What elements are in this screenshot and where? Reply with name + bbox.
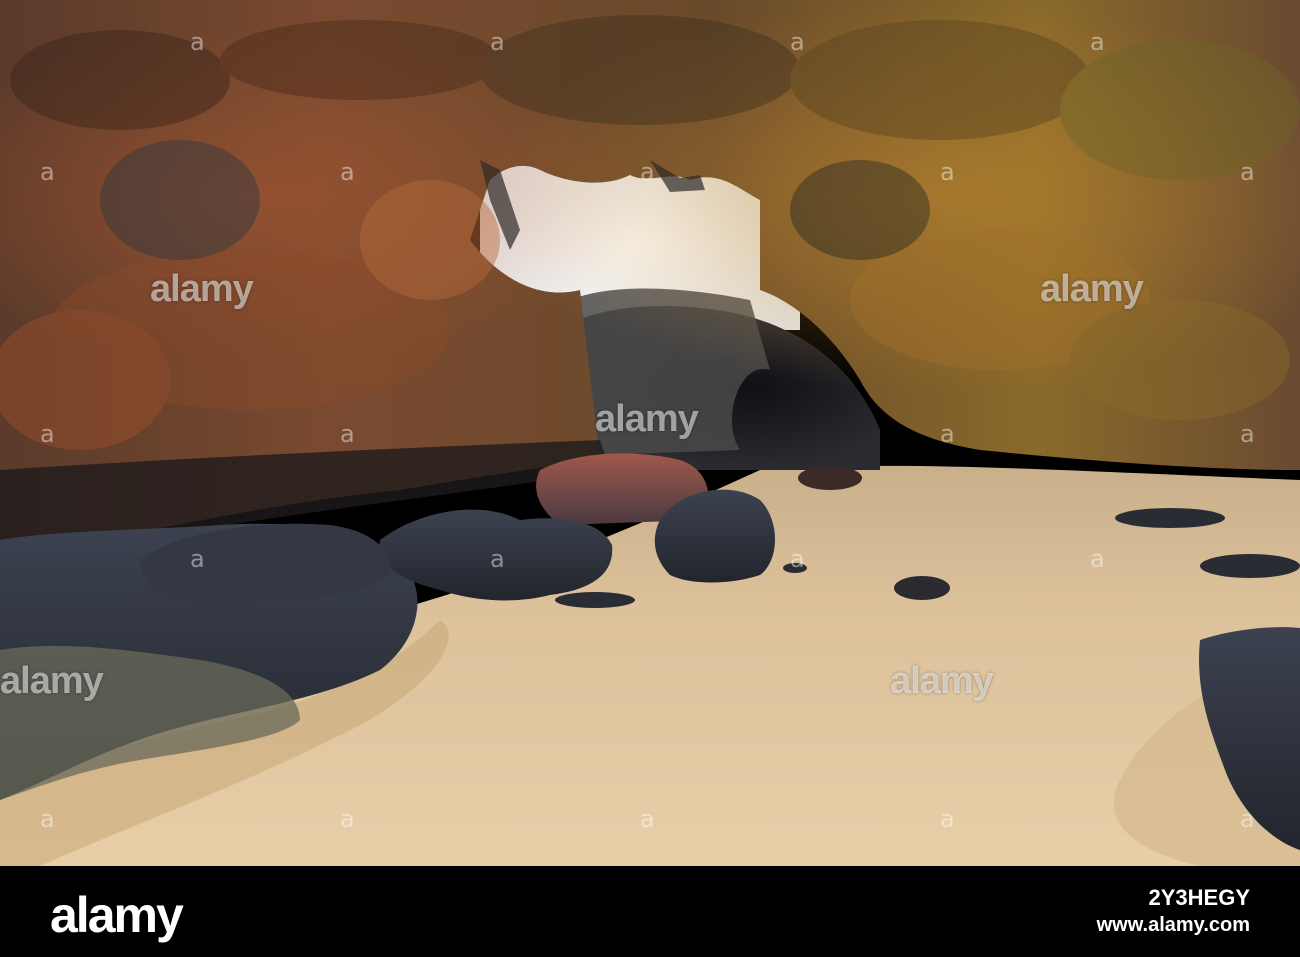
watermark-mark-icon: a [40,158,55,186]
watermark-mark-icon: a [340,805,355,833]
small-rock [1115,508,1225,528]
footer-url-link[interactable]: www.alamy.com [1097,912,1250,938]
watermark-mark-icon: a [790,545,805,573]
watermark-mark-icon: a [1090,28,1105,56]
watermark-mark-icon: a [940,805,955,833]
watermark-mark-icon: a [940,420,955,448]
small-rock [555,592,635,608]
stock-footer: alamy 2Y3HEGY www.alamy.com [0,866,1300,957]
watermark-mark-icon: a [1240,420,1255,448]
watermark-mark-icon: a [190,28,205,56]
footer-logo[interactable]: alamy [50,886,184,944]
footer-info: 2Y3HEGY www.alamy.com [1097,884,1250,938]
watermark-mark-icon: a [340,420,355,448]
watermark-mark-icon: a [790,28,805,56]
watermark-mark-icon: a [40,420,55,448]
cave-illustration [0,0,1300,866]
watermark-mark-icon: a [340,158,355,186]
watermark-mark-icon: a [940,158,955,186]
watermark-mark-icon: a [1240,805,1255,833]
watermark-mark-icon: a [40,805,55,833]
watermark-mark-icon: a [190,545,205,573]
watermark-mark-icon: a [640,158,655,186]
watermark-mark-icon: a [1090,545,1105,573]
watermark-mark-icon: a [1240,158,1255,186]
image-id: 2Y3HEGY [1148,885,1251,910]
watermark-mark-icon: a [490,28,505,56]
watermark-mark-icon: a [490,545,505,573]
small-rock [894,576,950,600]
small-rock [798,466,862,490]
small-rock [1200,554,1300,578]
cave-photo: alamy alamy alamy alamy alamy a a a a a … [0,0,1300,866]
watermark-mark-icon: a [640,805,655,833]
